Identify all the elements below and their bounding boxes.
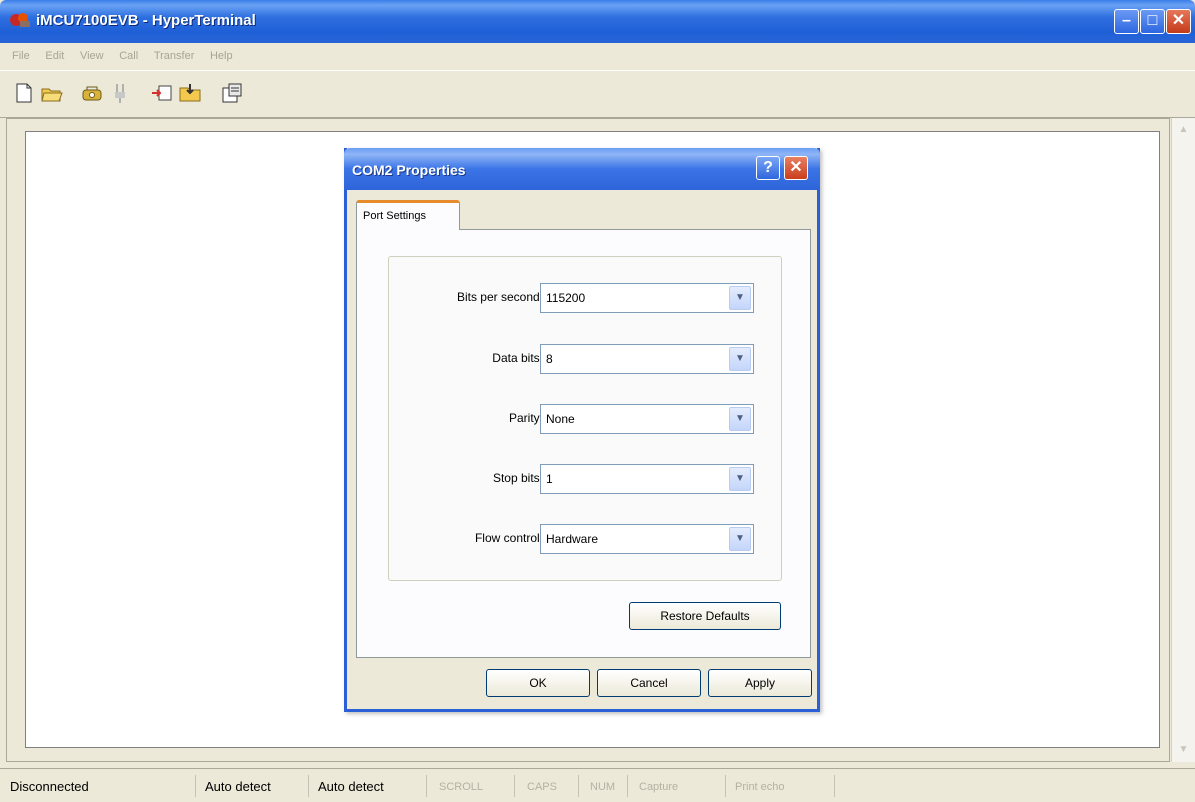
status-connection: Disconnected (10, 779, 89, 794)
parity-label: Parity: (508, 411, 543, 425)
send-icon[interactable] (150, 81, 174, 105)
data-bits-label: Data bits: (492, 351, 543, 365)
status-divider (578, 775, 579, 797)
stop-bits-select[interactable]: 1 ▼ (540, 464, 754, 494)
chevron-down-icon[interactable]: ▼ (729, 347, 751, 371)
minimize-button[interactable]: – (1114, 9, 1139, 34)
flow-control-select[interactable]: Hardware ▼ (540, 524, 754, 554)
connect-icon[interactable] (80, 81, 104, 105)
open-icon[interactable] (40, 81, 64, 105)
dialog-title-bar[interactable]: COM2 Properties ? ✕ (344, 148, 820, 190)
com2-properties-dialog: COM2 Properties ? ✕ Port Settings Bits p… (344, 148, 820, 712)
status-capture: Capture (639, 781, 679, 793)
status-divider (725, 775, 726, 797)
parity-value: None (546, 412, 575, 426)
status-divider (308, 775, 309, 797)
stop-bits-label: Stop bits: (492, 471, 543, 485)
data-bits-select[interactable]: 8 ▼ (540, 344, 754, 374)
menu-help[interactable]: Help (204, 43, 239, 69)
status-detect-1: Auto detect (205, 779, 271, 794)
bits-per-second-select[interactable]: 115200 ▼ (540, 283, 754, 313)
tab-port-settings[interactable]: Port Settings (356, 200, 460, 230)
tab-label: Port Settings (363, 210, 426, 222)
flow-control-label: Flow control: (474, 531, 543, 545)
status-caps: CAPS (527, 781, 557, 793)
port-settings-panel: Bits per second: 115200 ▼ Data bits: 8 ▼… (356, 229, 811, 658)
apply-button[interactable]: Apply (708, 669, 812, 697)
data-bits-value: 8 (546, 352, 553, 366)
status-divider (627, 775, 628, 797)
help-icon: ? (763, 159, 773, 176)
bits-per-second-value: 115200 (546, 291, 586, 305)
scroll-up-icon[interactable]: ▲ (1176, 122, 1191, 137)
vertical-scrollbar[interactable]: ▲ ▼ (1171, 118, 1195, 762)
menu-call[interactable]: Call (113, 43, 144, 69)
status-num: NUM (590, 781, 616, 793)
restore-defaults-button[interactable]: Restore Defaults (629, 602, 781, 630)
properties-icon[interactable] (220, 81, 244, 105)
toolbar (0, 70, 1195, 118)
status-print-echo: Print echo (735, 781, 785, 793)
parity-select[interactable]: None ▼ (540, 404, 754, 434)
chevron-down-icon[interactable]: ▼ (729, 527, 751, 551)
menu-bar: File Edit View Call Transfer Help (0, 43, 1195, 69)
bits-per-second-label: Bits per second: (456, 290, 543, 304)
maximize-button[interactable]: □ (1140, 9, 1165, 34)
cancel-button[interactable]: Cancel (597, 669, 701, 697)
status-detect-2: Auto detect (318, 779, 384, 794)
close-icon: ✕ (1171, 12, 1186, 29)
maximize-icon: □ (1147, 12, 1158, 29)
dialog-close-button[interactable]: ✕ (784, 156, 808, 180)
dialog-title: COM2 Properties (352, 162, 466, 178)
stop-bits-value: 1 (546, 472, 553, 486)
help-button[interactable]: ? (756, 156, 780, 180)
status-divider (514, 775, 515, 797)
new-icon[interactable] (12, 81, 36, 105)
receive-icon[interactable] (178, 81, 202, 105)
chevron-down-icon[interactable]: ▼ (729, 286, 751, 310)
status-divider (195, 775, 196, 797)
scroll-down-icon[interactable]: ▼ (1176, 742, 1191, 757)
chevron-down-icon[interactable]: ▼ (729, 467, 751, 491)
menu-edit[interactable]: Edit (39, 43, 70, 69)
hyperterminal-app-icon[interactable] (8, 10, 32, 30)
status-divider (426, 775, 427, 797)
close-button[interactable]: ✕ (1166, 9, 1191, 34)
settings-group: Bits per second: 115200 ▼ Data bits: 8 ▼… (388, 256, 782, 581)
status-divider (834, 775, 835, 797)
title-bar[interactable]: iMCU7100EVB - HyperTerminal – □ ✕ (0, 0, 1195, 43)
close-icon: ✕ (789, 159, 803, 176)
menu-view[interactable]: View (74, 43, 110, 69)
ok-button[interactable]: OK (486, 669, 590, 697)
chevron-down-icon[interactable]: ▼ (729, 407, 751, 431)
status-bar: Disconnected Auto detect Auto detect SCR… (0, 768, 1195, 802)
menu-transfer[interactable]: Transfer (148, 43, 201, 69)
flow-control-value: Hardware (546, 532, 599, 546)
status-scroll: SCROLL (439, 781, 484, 793)
menu-file[interactable]: File (0, 43, 36, 69)
disconnect-icon[interactable] (108, 81, 132, 105)
window-title: iMCU7100EVB - HyperTerminal (36, 12, 256, 29)
minimize-icon: – (1122, 12, 1131, 29)
